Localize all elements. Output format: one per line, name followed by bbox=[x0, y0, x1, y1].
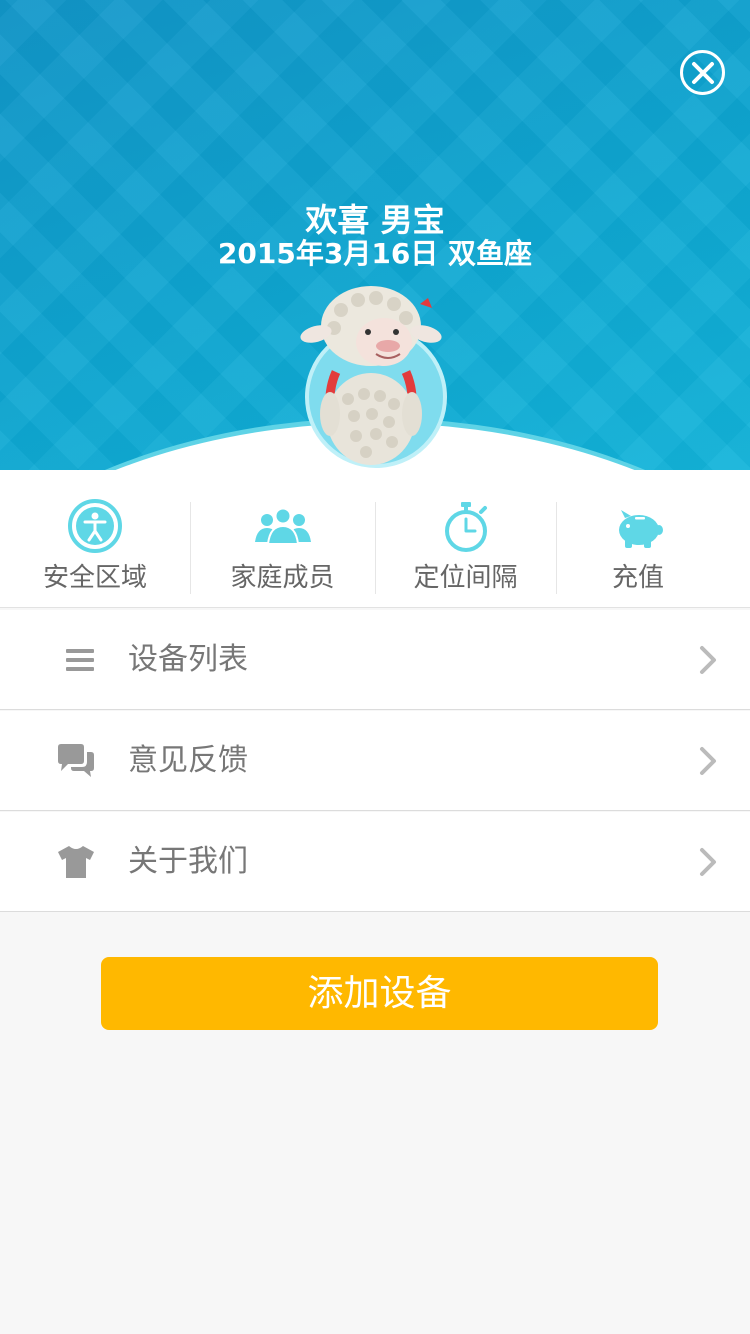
profile-header: 欢喜 男宝 2015年3月16日 双鱼座 bbox=[0, 0, 750, 470]
quick-item-recharge[interactable]: 充值 bbox=[556, 470, 720, 608]
chevron-right-icon bbox=[700, 646, 716, 674]
family-icon bbox=[254, 507, 311, 545]
quick-item-label: 充值 bbox=[611, 563, 664, 593]
menu-item-feedback[interactable]: 意见反馈 bbox=[0, 711, 750, 811]
chevron-right-icon bbox=[700, 848, 716, 876]
add-device-button[interactable]: 添加设备 bbox=[101, 957, 658, 1030]
birth-info: 2015年3月16日 双鱼座 bbox=[217, 237, 533, 270]
quick-actions-bar: 安全区域 家庭成员 定位间隔 充值 bbox=[0, 470, 750, 608]
menu-item-about-us[interactable]: 关于我们 bbox=[0, 812, 750, 912]
menu-item-label: 意见反馈 bbox=[128, 743, 248, 778]
close-icon bbox=[691, 61, 714, 84]
greeting-title: 欢喜 男宝 bbox=[305, 201, 445, 239]
chat-icon bbox=[58, 744, 94, 777]
chevron-right-icon bbox=[700, 747, 716, 775]
menu-item-device-list[interactable]: 设备列表 bbox=[0, 610, 750, 710]
accessibility-icon bbox=[68, 499, 122, 553]
piggy-bank-icon bbox=[619, 510, 663, 548]
menu-item-label: 设备列表 bbox=[128, 642, 248, 677]
avatar[interactable] bbox=[296, 284, 446, 468]
quick-item-location-interval[interactable]: 定位间隔 bbox=[375, 470, 556, 608]
tshirt-icon bbox=[58, 846, 94, 878]
list-icon bbox=[66, 649, 94, 671]
stopwatch-icon bbox=[444, 502, 487, 552]
quick-item-label: 定位间隔 bbox=[413, 563, 518, 593]
quick-item-label: 家庭成员 bbox=[230, 563, 335, 593]
quick-item-family[interactable]: 家庭成员 bbox=[190, 470, 375, 608]
menu-item-label: 关于我们 bbox=[128, 844, 248, 879]
quick-item-safe-zone[interactable]: 安全区域 bbox=[0, 470, 190, 608]
quick-item-label: 安全区域 bbox=[42, 563, 147, 593]
close-button[interactable] bbox=[680, 50, 725, 95]
